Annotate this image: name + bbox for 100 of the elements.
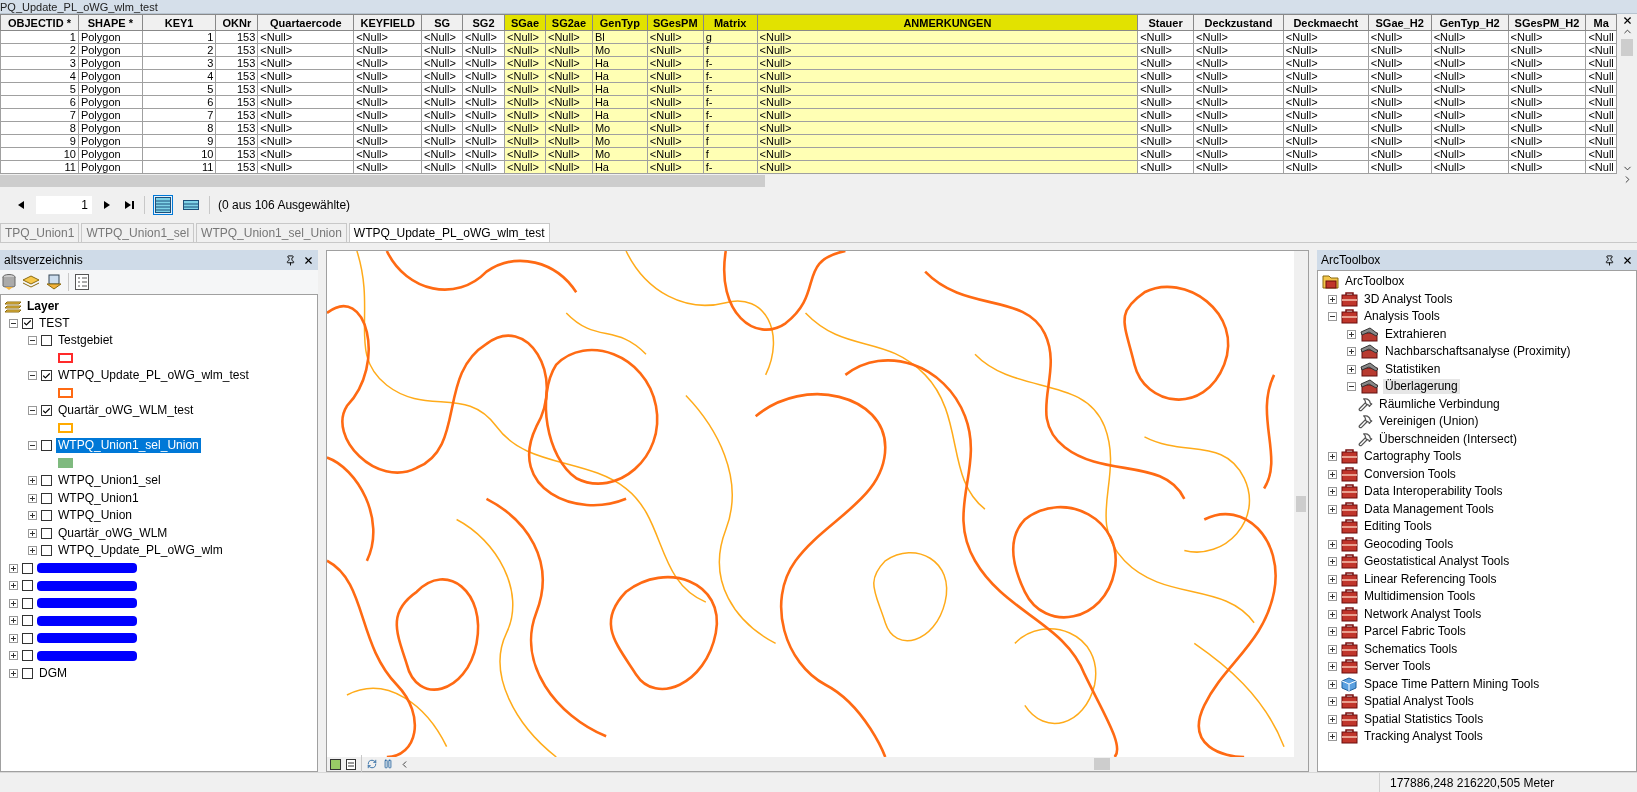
layer-checkbox[interactable] (22, 317, 33, 329)
expand-icon[interactable] (1328, 644, 1337, 654)
close-button[interactable] (302, 254, 314, 266)
list-icon[interactable] (75, 274, 89, 290)
scrollbar-thumb[interactable] (1094, 758, 1110, 770)
toolbox-root[interactable]: ArcToolbox (1343, 274, 1407, 290)
layer-checkbox[interactable] (22, 650, 33, 662)
toolbox-item[interactable]: Geocoding Tools (1362, 536, 1456, 552)
toolbox-item[interactable]: Schematics Tools (1362, 641, 1460, 657)
expand-icon[interactable] (9, 616, 18, 626)
layer-checkbox[interactable] (41, 527, 52, 539)
data-view-button[interactable] (329, 758, 341, 770)
column-header[interactable]: Matrix (703, 14, 758, 31)
pin-button[interactable] (284, 254, 296, 266)
database-icon[interactable] (2, 274, 16, 290)
expand-icon[interactable] (1328, 732, 1337, 742)
toolbox-item[interactable]: Geostatistical Analyst Tools (1362, 554, 1512, 570)
toolbox-item[interactable]: Analysis Tools (1362, 309, 1442, 325)
layout-view-button[interactable] (345, 758, 357, 770)
expand-icon[interactable] (1328, 574, 1337, 584)
toolbox-item[interactable]: Tracking Analyst Tools (1362, 729, 1485, 745)
scrollbar-thumb[interactable] (1296, 496, 1306, 512)
layer-name[interactable]: WTPQ_Union1_sel (56, 473, 163, 489)
last-icon[interactable] (124, 201, 134, 209)
table-tab[interactable]: WTPQ_Union1_sel (81, 223, 195, 242)
expand-icon[interactable] (28, 493, 37, 503)
toolbox-item[interactable]: Data Interoperability Tools (1362, 484, 1505, 500)
expand-icon[interactable] (9, 668, 18, 678)
toolbox-item[interactable]: Linear Referencing Tools (1362, 571, 1499, 587)
expand-icon[interactable] (28, 511, 37, 521)
expand-icon[interactable] (9, 651, 18, 661)
layer-name[interactable]: WTPQ_Union (56, 508, 135, 524)
expand-icon[interactable] (28, 528, 37, 538)
toolbox-item[interactable]: Data Management Tools (1362, 501, 1496, 517)
expand-icon[interactable] (1328, 609, 1337, 619)
layer-name[interactable]: Quartär_oWG_WLM_test (56, 403, 196, 419)
column-header[interactable]: ANMERKUNGEN (757, 14, 1138, 31)
refresh-button[interactable] (366, 758, 378, 770)
layer-checkbox[interactable] (41, 370, 52, 382)
layer-checkbox[interactable] (41, 492, 52, 504)
record-field[interactable]: 1 (36, 196, 92, 214)
scrollbar-thumb[interactable] (0, 174, 765, 187)
column-header[interactable]: Ma (1585, 14, 1617, 31)
toolbox-item[interactable]: Spatial Statistics Tools (1362, 711, 1486, 727)
expand-icon[interactable] (1347, 347, 1356, 357)
expand-icon[interactable] (1328, 557, 1337, 567)
expand-icon[interactable] (1328, 452, 1337, 462)
layer-checkbox[interactable] (41, 405, 52, 417)
column-header[interactable]: SGae (504, 14, 546, 31)
column-header[interactable]: KEYFIELD (353, 14, 422, 31)
close-icon[interactable] (1621, 14, 1633, 26)
column-header[interactable]: GenTyp (592, 14, 648, 31)
pause-button[interactable] (382, 758, 394, 770)
previous-icon[interactable] (18, 201, 24, 209)
expand-icon[interactable] (1328, 592, 1337, 602)
layer-checkbox[interactable] (22, 562, 33, 574)
layer-name[interactable]: WTPQ_Union1 (56, 490, 141, 506)
table-tab[interactable]: WTPQ_Union1_sel_Union (196, 223, 347, 242)
toolbox-item[interactable]: Statistiken (1383, 361, 1443, 377)
collapse-icon[interactable] (1347, 382, 1356, 392)
table-tab[interactable]: TPQ_Union1 (0, 223, 80, 242)
expand-icon[interactable] (1328, 697, 1337, 707)
column-header[interactable]: Deckzustand (1193, 14, 1284, 31)
layer-checkbox[interactable] (41, 510, 52, 522)
pin-button[interactable] (1603, 254, 1615, 266)
layer-checkbox[interactable] (22, 632, 33, 644)
column-header[interactable]: Quartaercode (257, 14, 354, 31)
layer-name[interactable]: WTPQ_Update_PL_oWG_wlm_test (56, 368, 251, 384)
layer-checkbox[interactable] (22, 667, 33, 679)
layer-name[interactable]: Testgebiet (56, 333, 115, 349)
table-tab[interactable]: WTPQ_Update_PL_oWG_wlm_test (348, 223, 550, 242)
layer-root[interactable]: Layer (27, 298, 60, 313)
column-header[interactable]: SGae_H2 (1368, 14, 1432, 31)
toolbox-item[interactable]: Räumliche Verbindung (1377, 396, 1502, 412)
expand-icon[interactable] (1328, 627, 1337, 637)
all-records-button[interactable] (153, 195, 173, 215)
toolbox-item[interactable]: Überlagerung (1383, 379, 1460, 395)
column-header[interactable]: SGesPM (647, 14, 704, 31)
column-header[interactable]: OKNr (215, 14, 258, 31)
column-header[interactable]: SGesPM_H2 (1508, 14, 1586, 31)
expand-icon[interactable] (9, 563, 18, 573)
toolbox-item[interactable]: Überschneiden (Intersect) (1377, 431, 1520, 447)
expand-icon[interactable] (28, 476, 37, 486)
toolbox-item[interactable]: Editing Tools (1362, 519, 1434, 535)
layer-name[interactable]: Quartär_oWG_WLM (56, 525, 170, 541)
layer-checkbox[interactable] (22, 615, 33, 627)
collapse-icon[interactable] (1328, 312, 1337, 322)
column-header[interactable]: SG (421, 14, 463, 31)
column-header[interactable]: OBJECTID * (0, 14, 79, 31)
next-icon[interactable] (104, 201, 110, 209)
column-header[interactable]: GenTyp_H2 (1431, 14, 1508, 31)
layer-checkbox[interactable] (41, 335, 52, 347)
expand-icon[interactable] (1347, 364, 1356, 374)
toolbox-item[interactable]: Server Tools (1362, 659, 1433, 675)
column-header[interactable]: Deckmaecht (1283, 14, 1369, 31)
toolbox-item[interactable]: Conversion Tools (1362, 466, 1458, 482)
expand-icon[interactable] (1328, 469, 1337, 479)
toolbox-item[interactable]: Nachbarschaftsanalyse (Proximity) (1383, 344, 1573, 360)
expand-icon[interactable] (1347, 329, 1356, 339)
toolbox-item[interactable]: Extrahieren (1383, 326, 1449, 342)
